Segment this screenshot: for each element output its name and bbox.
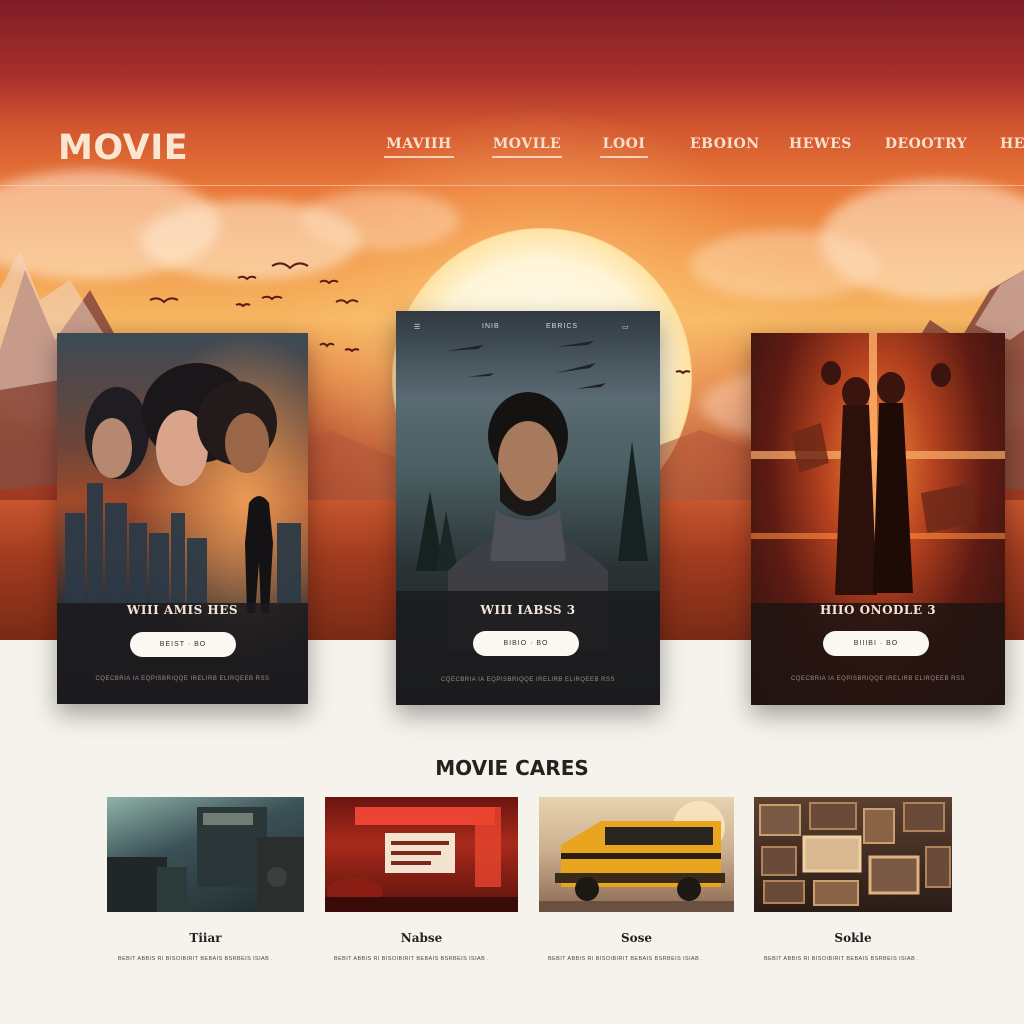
nav-item-2[interactable]: MOVILE bbox=[492, 136, 562, 158]
poster-card-2[interactable]: ☰ INIB EBRICS ▭ WIII IABSS 3 BIBIO · BO … bbox=[396, 311, 660, 705]
school-bus-scene bbox=[539, 801, 734, 912]
poster-card-3[interactable]: HIIO ONODLE 3 BIIIBI · BO CQECBRIA IA EQ… bbox=[751, 333, 1005, 705]
poster-2-badge-icon: ▭ bbox=[622, 324, 630, 331]
cinema-marquee-scene bbox=[325, 807, 518, 912]
poster-2-tag-2: EBRICS bbox=[546, 323, 579, 330]
poster-3-title: HIIO ONODLE 3 bbox=[819, 603, 937, 617]
category-card-1-desc: BEBIT ABBIS RI BISOIBIRIT BEBAIS BSRBEIS… bbox=[118, 956, 274, 962]
category-card-1-label[interactable]: Tiiar bbox=[107, 931, 304, 945]
poster-2-credits: CQECBRIA IA EQPISBRIQQE IRELIRB ELIRQEEB… bbox=[440, 677, 616, 683]
category-card-4-label[interactable]: Sokle bbox=[754, 931, 952, 945]
nav-item-7[interactable]: HE bbox=[1000, 136, 1024, 156]
poster-1-credits: CQECBRIA IA EQPISBRIQQE IRELIRB ELIRQEEB… bbox=[95, 676, 270, 682]
category-card-3-desc: BEBIT ABBIS RI BISOIBIRIT BEBAIS BSRBEIS… bbox=[548, 956, 704, 962]
nav-item-3[interactable]: LOOI bbox=[600, 136, 648, 158]
brand-logo[interactable]: MOVIE bbox=[58, 128, 188, 168]
category-card-2-desc: BEBIT ABBIS RI BISOIBIRIT BEBAIS BSRBEIS… bbox=[334, 956, 490, 962]
framed-pictures-scene bbox=[759, 802, 951, 906]
top-navbar: MOVIE MAVIIH MOVILE LOOI EBOION HEWES DE… bbox=[0, 0, 1024, 186]
menu-icon[interactable]: ☰ bbox=[414, 323, 421, 331]
category-card-3-image[interactable] bbox=[539, 797, 734, 912]
poster-2-button[interactable]: BIBIO · BO bbox=[473, 631, 579, 656]
poster-3-credits: CQECBRIA IA EQPISBRIQQE IRELIRB ELIRQEEB… bbox=[790, 676, 966, 682]
poster-2-tag-1: INIB bbox=[482, 323, 500, 330]
category-card-2-label[interactable]: Nabse bbox=[325, 931, 518, 945]
poster-card-1[interactable]: WIII AMIS HES BEIST · BO CQECBRIA IA EQP… bbox=[57, 333, 308, 704]
poster-1-title: WIII AMIS HES bbox=[126, 603, 239, 617]
nav-item-6[interactable]: DEOOTRY bbox=[884, 136, 968, 156]
category-card-1-image[interactable] bbox=[107, 797, 304, 912]
section-title: MOVIE CARES bbox=[435, 756, 589, 780]
nav-item-5[interactable]: HEWES bbox=[789, 136, 851, 156]
nav-item-4[interactable]: EBOION bbox=[690, 136, 759, 156]
category-card-2-image[interactable] bbox=[325, 797, 518, 912]
category-card-3-label[interactable]: Sose bbox=[539, 931, 734, 945]
poster-1-button[interactable]: BEIST · BO bbox=[130, 632, 236, 657]
nav-item-1[interactable]: MAVIIH bbox=[384, 136, 454, 158]
category-card-4-desc: BEBIT ABBIS RI BISOIBIRIT BEBAIS BSRBEIS… bbox=[764, 956, 920, 962]
poster-3-button[interactable]: BIIIBI · BO bbox=[823, 631, 929, 656]
poster-2-title: WIII IABSS 3 bbox=[480, 603, 576, 617]
category-card-4-image[interactable] bbox=[754, 797, 952, 912]
alley-scene bbox=[107, 807, 304, 912]
